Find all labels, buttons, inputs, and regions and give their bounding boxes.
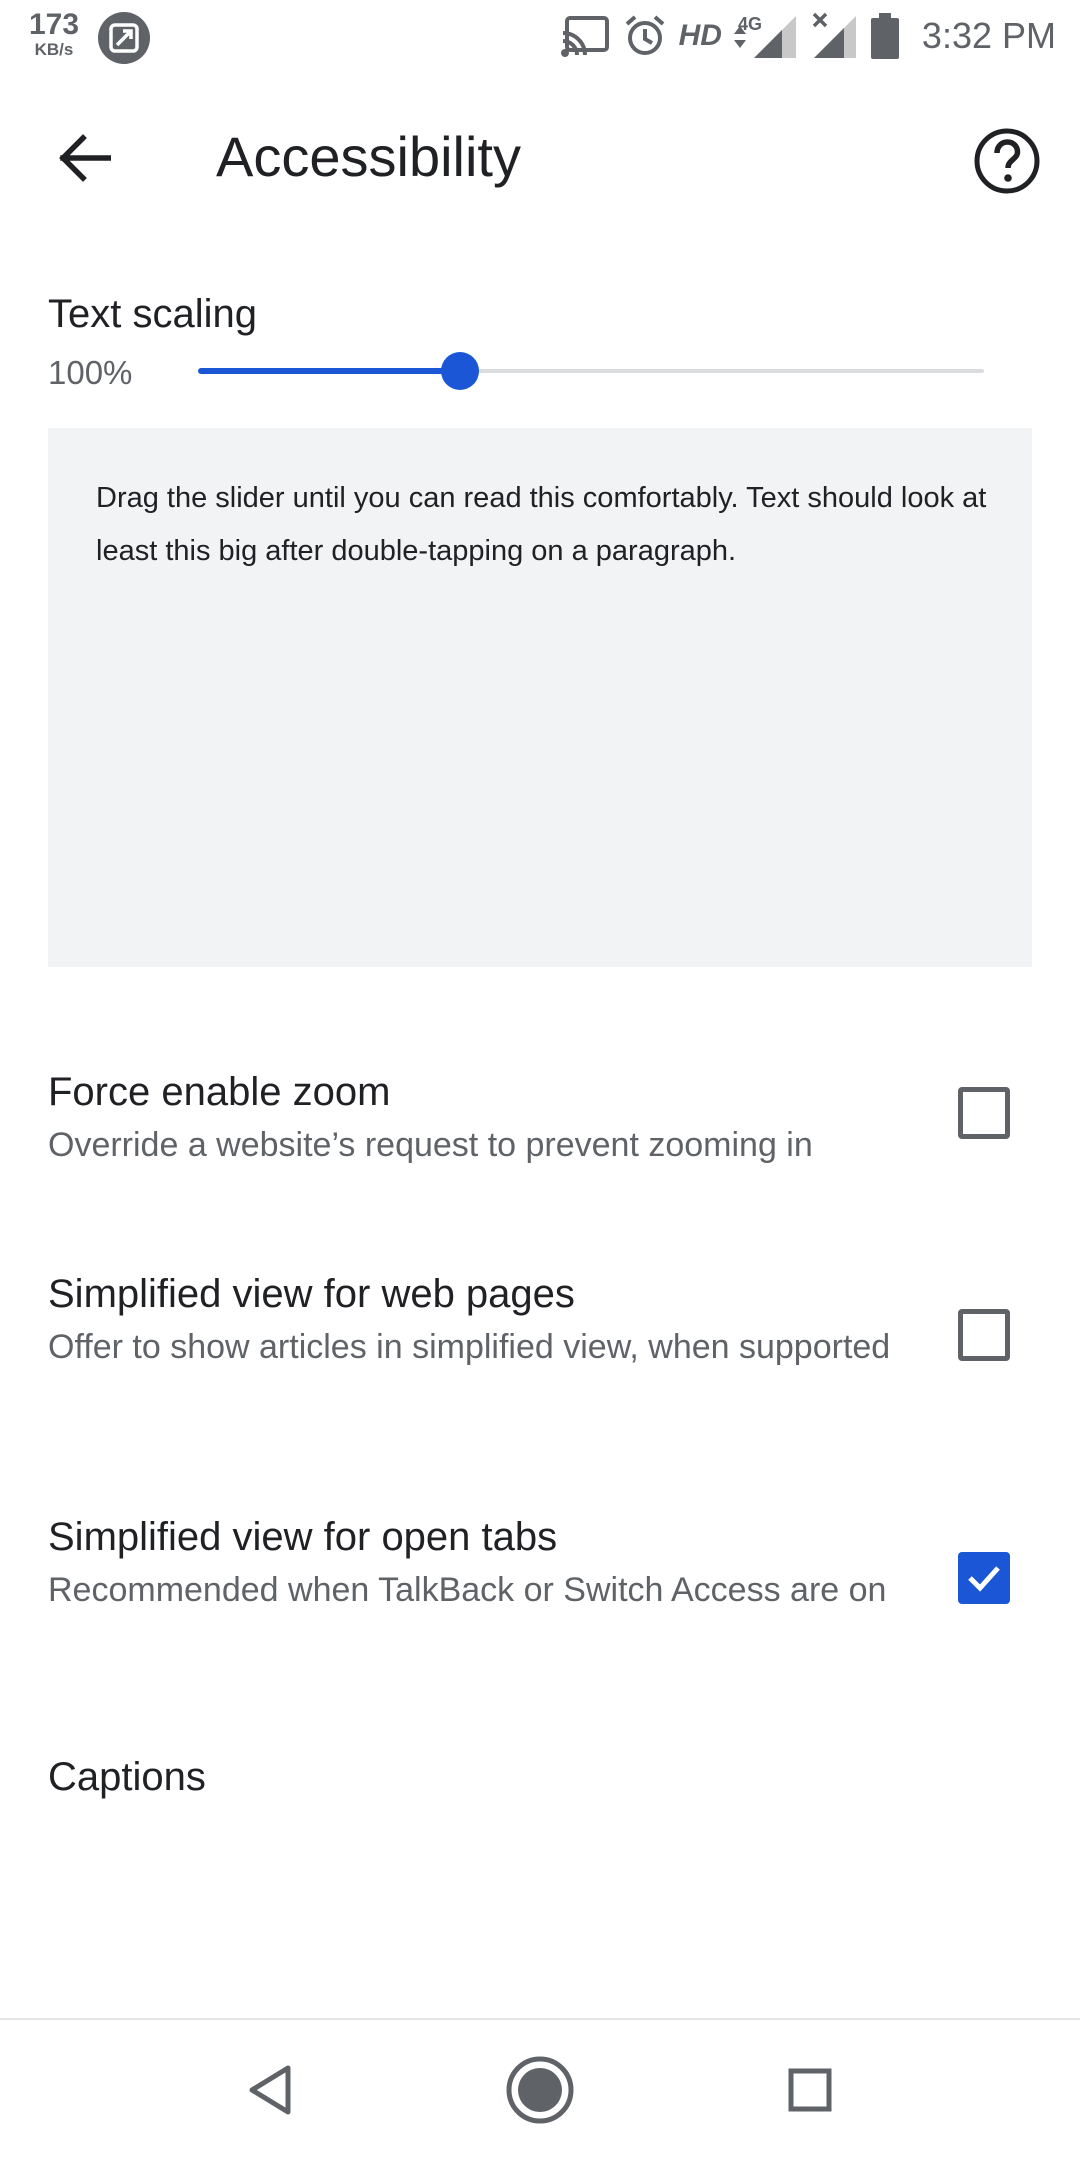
pref-summary: Offer to show articles in simplified vie… [48, 1328, 891, 1366]
recents-square-icon [788, 2068, 832, 2112]
force-enable-zoom-checkbox[interactable] [958, 1087, 1010, 1139]
text-scaling-preview: Drag the slider until you can read this … [48, 428, 1032, 967]
pref-title: Force enable zoom [48, 1070, 391, 1114]
nav-recents-button[interactable] [770, 2050, 850, 2130]
simplified-view-open-tabs-checkbox[interactable] [958, 1552, 1010, 1604]
pref-simplified-view-web-pages[interactable]: Simplified view for web pages Offer to s… [0, 1262, 1080, 1422]
status-bar: 173 KB/s HD 4G 3:32 PM [0, 0, 1080, 72]
pref-title: Simplified view for web pages [48, 1272, 575, 1316]
alarm-icon [625, 15, 664, 55]
nav-back-button[interactable] [230, 2050, 310, 2130]
signal-icon: 4G [733, 14, 796, 58]
captions-item[interactable]: Captions [48, 1755, 206, 1800]
app-bar: Accessibility [0, 86, 1080, 226]
back-triangle-icon [249, 2065, 291, 2115]
network-speed-unit: KB/s [34, 40, 74, 59]
hd-voice-label: HD [678, 19, 722, 52]
status-time: 3:32 PM [921, 15, 1056, 56]
slider-thumb[interactable] [440, 352, 479, 390]
pref-simplified-view-open-tabs[interactable]: Simplified view for open tabs Recommende… [0, 1505, 1080, 1665]
system-nav-bar [0, 2020, 1080, 2160]
nav-home-button[interactable] [500, 2050, 580, 2130]
network-speed-indicator: 173 KB/s [26, 8, 82, 59]
back-button[interactable] [48, 122, 120, 194]
text-scaling-value: 100% [48, 354, 133, 391]
help-circle-icon[interactable] [972, 126, 1042, 196]
page-title: Accessibility [216, 125, 521, 188]
pref-force-enable-zoom[interactable]: Force enable zoom Override a website’s r… [0, 1060, 1080, 1210]
slider-active-track [198, 368, 460, 374]
screenshot-app-icon [98, 12, 150, 64]
checkmark-icon [968, 1566, 1000, 1592]
pref-summary: Recommended when TalkBack or Switch Acce… [48, 1571, 887, 1609]
preview-text: Drag the slider until you can read this … [96, 482, 987, 567]
text-scaling-slider[interactable] [198, 350, 984, 392]
simplified-view-web-pages-checkbox[interactable] [958, 1309, 1010, 1361]
pref-summary: Override a website’s request to prevent … [48, 1126, 813, 1164]
network-speed-value: 173 [28, 8, 80, 41]
cast-icon [560, 16, 609, 57]
status-icons: HD 4G 3:32 PM [560, 8, 1056, 64]
arrow-back-icon [59, 134, 111, 182]
signal-no-data-icon [812, 12, 856, 58]
home-circle-icon [506, 2056, 574, 2124]
pref-title: Simplified view for open tabs [48, 1515, 558, 1559]
text-scaling-title: Text scaling [48, 292, 257, 336]
battery-icon [870, 13, 899, 59]
